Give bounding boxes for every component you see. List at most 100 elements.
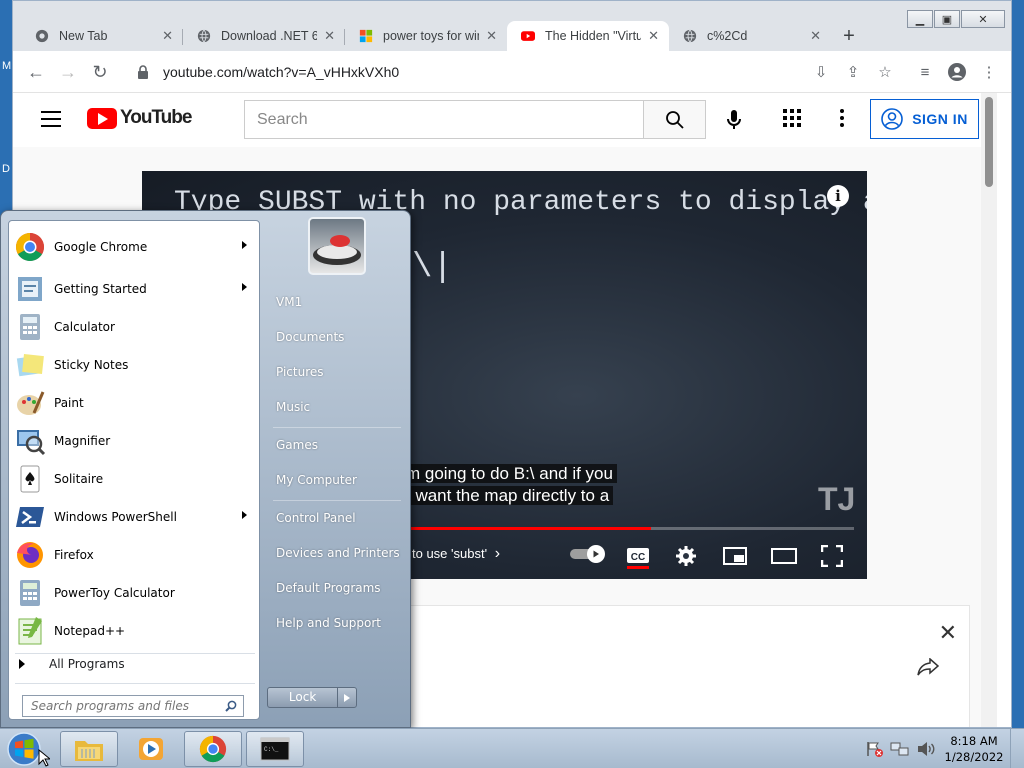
right-item-documents[interactable]: Documents <box>276 324 404 350</box>
subtitles-cc-icon[interactable]: CC <box>626 545 650 572</box>
sign-in-button[interactable]: SIGN IN <box>870 99 979 139</box>
close-tab-icon[interactable]: ✕ <box>324 28 335 44</box>
program-windows-powershell[interactable]: Windows PowerShell <box>12 499 257 535</box>
close-icon[interactable]: ✕ <box>961 10 1005 28</box>
tab-label: Download .NET 6.0 <box>221 29 317 43</box>
apps-grid-icon[interactable] <box>783 109 801 127</box>
start-search-input[interactable] <box>31 699 221 713</box>
install-app-icon[interactable]: ⇩ <box>811 62 831 82</box>
fullscreen-icon[interactable] <box>821 545 843 567</box>
right-item-my-computer[interactable]: My Computer <box>276 467 404 493</box>
taskbar-cmd-button[interactable]: C:\_ <box>246 731 304 767</box>
show-desktop-button[interactable] <box>1010 729 1024 768</box>
miniplayer-icon[interactable] <box>723 547 747 565</box>
right-item-devices-and-printers[interactable]: Devices and Printers <box>276 540 404 566</box>
program-firefox[interactable]: Firefox <box>12 537 257 573</box>
program-magnifier[interactable]: Magnifier <box>12 423 257 459</box>
youtube-logo[interactable]: YouTube <box>87 107 192 129</box>
settings-gear-icon[interactable] <box>675 545 697 567</box>
lock-label: Lock <box>288 690 317 704</box>
chrome-icon <box>35 29 49 43</box>
right-item-pictures[interactable]: Pictures <box>276 359 404 385</box>
tab-youtube-video[interactable]: The Hidden "Virtual ✕ <box>507 21 669 51</box>
back-arrow-icon[interactable]: ← <box>25 61 47 83</box>
account-icon <box>881 108 903 130</box>
close-tab-icon[interactable]: ✕ <box>810 28 821 44</box>
chapter-title: to use 'subst' <box>412 546 488 561</box>
autoplay-toggle-icon[interactable] <box>570 545 606 563</box>
reload-icon[interactable]: ↻ <box>89 61 111 83</box>
close-tab-icon[interactable]: ✕ <box>486 28 497 44</box>
lock-button[interactable]: Lock <box>267 687 357 708</box>
user-account-picture[interactable] <box>308 217 366 275</box>
action-center-flag-icon[interactable] <box>866 741 884 757</box>
chapter-title-button[interactable]: to use 'subst' › <box>412 545 500 563</box>
youtube-search-input[interactable] <box>257 110 643 129</box>
hamburger-menu-icon[interactable] <box>41 111 61 127</box>
minimize-icon[interactable]: ▁ <box>907 10 933 28</box>
more-options-icon[interactable] <box>839 107 845 129</box>
right-item-games[interactable]: Games <box>276 432 404 458</box>
address-bar[interactable]: youtube.com/watch?v=A_vHHxkVXh0 <box>129 58 1005 86</box>
taskbar-chrome-button[interactable] <box>184 731 242 767</box>
close-icon[interactable]: ✕ <box>939 620 957 646</box>
program-solitaire[interactable]: Solitaire <box>12 461 257 497</box>
program-label: PowerToy Calculator <box>54 586 175 600</box>
network-icon[interactable] <box>890 741 910 757</box>
microphone-icon[interactable] <box>721 107 747 133</box>
user-picture-icon <box>313 235 361 265</box>
close-tab-icon[interactable]: ✕ <box>648 28 659 44</box>
program-sticky-notes[interactable]: Sticky Notes <box>12 347 257 383</box>
close-tab-icon[interactable]: ✕ <box>162 28 173 44</box>
window-controls: ▁ ▣ ✕ <box>906 10 1005 28</box>
program-google-chrome[interactable]: Google Chrome <box>12 229 257 265</box>
share-arrow-icon[interactable] <box>917 658 939 676</box>
start-search-box[interactable] <box>22 695 244 717</box>
youtube-search-box[interactable] <box>244 100 643 139</box>
reading-list-icon[interactable]: ≡ <box>915 62 935 82</box>
bookmark-star-icon[interactable]: ☆ <box>875 62 895 82</box>
right-item-default-programs[interactable]: Default Programs <box>276 575 404 601</box>
taskbar-media-player-button[interactable] <box>122 731 180 767</box>
getting-started-icon <box>18 277 42 301</box>
new-tab-button[interactable]: + <box>831 21 867 51</box>
calculator-icon <box>20 314 40 340</box>
program-notepadpp[interactable]: Notepad++ <box>12 613 257 649</box>
search-icon <box>225 700 237 712</box>
program-getting-started[interactable]: Getting Started <box>12 271 257 307</box>
share-icon[interactable]: ⇪ <box>843 62 863 82</box>
channel-watermark[interactable]: TJ <box>818 481 855 518</box>
program-powertoy-calculator[interactable]: PowerToy Calculator <box>12 575 257 611</box>
program-paint[interactable]: Paint <box>12 385 257 421</box>
tab-c2cd[interactable]: c%2Cd ✕ <box>669 21 831 51</box>
forward-arrow-icon[interactable]: → <box>57 61 79 83</box>
tab-power-toys[interactable]: power toys for wind ✕ <box>345 21 507 51</box>
clock-time: 8:18 AM <box>950 734 998 748</box>
program-label: Sticky Notes <box>54 358 129 372</box>
url-text: youtube.com/watch?v=A_vHHxkVXh0 <box>163 64 400 80</box>
info-icon[interactable]: i <box>827 185 849 207</box>
tab-new-tab[interactable]: New Tab ✕ <box>21 21 183 51</box>
chrome-menu-icon[interactable]: ⋮ <box>979 62 999 82</box>
powershell-icon <box>16 507 44 527</box>
tab-download-dotnet[interactable]: Download .NET 6.0 ✕ <box>183 21 345 51</box>
all-programs-button[interactable]: All Programs <box>19 657 125 671</box>
youtube-search-button[interactable] <box>643 100 706 139</box>
right-item-help-and-support[interactable]: Help and Support <box>276 610 404 636</box>
maximize-icon[interactable]: ▣ <box>934 10 960 28</box>
profile-icon[interactable] <box>947 62 967 82</box>
right-item-music[interactable]: Music <box>276 394 404 420</box>
volume-icon[interactable] <box>916 741 936 757</box>
all-programs-arrow-icon <box>19 659 25 669</box>
page-scrollbar[interactable] <box>981 93 997 727</box>
taskbar-explorer-button[interactable] <box>60 731 118 767</box>
theater-mode-icon[interactable] <box>771 548 797 564</box>
shutdown-options-arrow-icon[interactable] <box>337 688 356 707</box>
right-item-control-panel[interactable]: Control Panel <box>276 505 404 531</box>
program-calculator[interactable]: Calculator <box>12 309 257 345</box>
browser-toolbar: ← → ↻ youtube.com/watch?v=A_vHHxkVXh0 ⇩ … <box>13 51 1011 93</box>
right-item-vm1[interactable]: VM1 <box>276 289 404 315</box>
notification-area <box>866 741 936 757</box>
system-clock[interactable]: 8:18 AM 1/28/2022 <box>942 733 1006 765</box>
scrollbar-thumb[interactable] <box>985 97 993 187</box>
